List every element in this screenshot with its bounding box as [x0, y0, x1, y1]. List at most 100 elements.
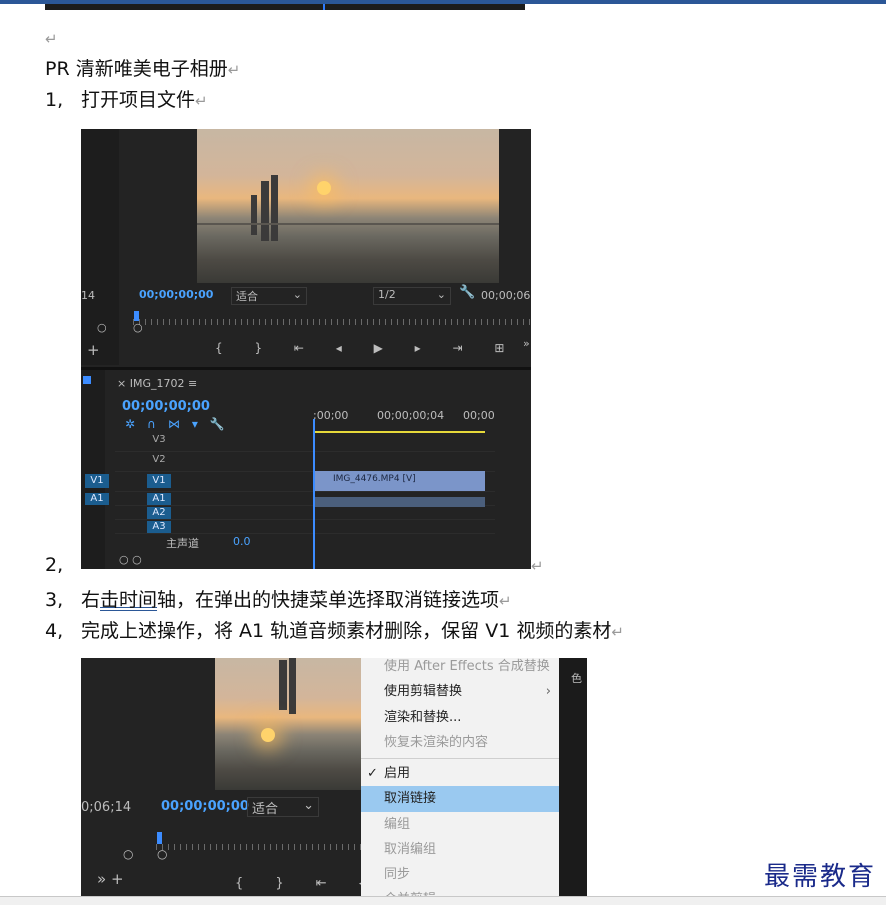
program-monitor-video [215, 658, 361, 790]
checkmark-icon: ✓ [367, 766, 378, 781]
fit-dropdown[interactable]: 适合 ⌄ [247, 797, 319, 817]
ruler-label-1: 00;00;00;04 [377, 409, 445, 422]
fit-dropdown-value: 适合 [252, 802, 279, 817]
timeline-scrollbar[interactable]: ○ ○ [119, 553, 142, 566]
context-menu[interactable]: 使用 After Effects 合成替换 使用剪辑替换 › 渲染和替换... 恢… [361, 658, 559, 898]
doc-title: PR 清新唯美电子相册 [45, 58, 228, 80]
track-label[interactable]: A2 [147, 507, 171, 519]
ruler-label-2: 00;00 [463, 409, 495, 422]
step-1-label: 打开项目文件 [81, 89, 196, 111]
source-patch-v1[interactable]: V1 [85, 474, 109, 488]
program-monitor-video [197, 129, 499, 283]
step-1-text[interactable]: 打开项目文件↵ [81, 88, 208, 113]
ruler-label-0: ;00;00 [313, 409, 349, 422]
audio-clip[interactable] [313, 497, 485, 507]
sun-image [317, 181, 331, 195]
menu-item-enable[interactable]: ✓ 启用 [361, 761, 559, 787]
fit-dropdown[interactable]: 适合 ⌄ [231, 287, 307, 305]
track-label[interactable]: A3 [147, 521, 171, 533]
tools-panel [81, 370, 105, 569]
timeline-playhead[interactable] [313, 419, 315, 569]
source-patch-a1[interactable]: A1 [85, 493, 109, 505]
paragraph-mark: ↵ [45, 30, 58, 48]
track-label[interactable]: V2 [147, 453, 171, 467]
previous-image-edge [45, 4, 525, 10]
track-row-a2[interactable]: A2 [115, 507, 495, 520]
sun-image [261, 728, 275, 742]
menu-item-ungroup[interactable]: 取消编组 [361, 837, 559, 863]
premiere-screenshot-2: 0;06;14 00;00;00;00 适合 ⌄ ○ ○ » + { } ⇤ ◂ … [81, 658, 587, 898]
menu-item-render-replace[interactable]: 渲染和替换... [361, 705, 559, 731]
program-ruler[interactable] [133, 319, 531, 325]
step-3-text[interactable]: 右击时间轴，在弹出的快捷菜单选择取消链接选项↵ [81, 588, 512, 613]
zoom-handle[interactable]: ○ [97, 321, 107, 334]
source-timecode: 0;06;14 [81, 800, 132, 815]
transport-controls[interactable]: { } ⇤ ◂ ▶ ▸ ⇥ ⊞ ⊟ [215, 341, 531, 355]
source-timecode: 14 [81, 289, 95, 302]
menu-separator [361, 758, 559, 759]
empty-paragraph: ↵ [45, 26, 58, 51]
menu-item-unlink[interactable]: 取消链接 [361, 786, 559, 812]
right-panel: 色 [559, 658, 587, 898]
menu-item-sync[interactable]: 同步 [361, 862, 559, 888]
step-4-text[interactable]: 完成上述操作，将 A1 轨道音频素材删除，保留 V1 视频的素材↵ [81, 619, 624, 644]
resolution-value: 1/2 [378, 288, 396, 301]
menu-item-label: 使用剪辑替换 [384, 684, 463, 699]
step-3-text-after: 轴，在弹出的快捷菜单选择取消链接选项 [157, 589, 500, 611]
paragraph-mark: ↵ [611, 623, 624, 641]
selection-tool-icon[interactable] [83, 376, 91, 384]
watermark-logo: 最需教育 [764, 862, 877, 892]
step-2-text[interactable]: ↵ [531, 553, 544, 578]
step-4-number: 4, [45, 620, 64, 642]
track-label[interactable]: A1 [147, 493, 171, 505]
fit-dropdown-value: 适合 [236, 290, 258, 303]
add-button-icon[interactable]: + [87, 341, 100, 359]
zoom-handle[interactable]: ○ [133, 321, 143, 334]
chevron-down-icon: ⌄ [436, 288, 446, 301]
menu-item-group[interactable]: 编组 [361, 812, 559, 838]
duration-timecode: 00;00;06 [481, 289, 531, 302]
chevron-down-icon: ⌄ [292, 288, 302, 301]
zoom-handle[interactable]: ○ [123, 847, 133, 861]
program-timecode[interactable]: 00;00;00;00 [161, 799, 249, 814]
step-4-label: 完成上述操作，将 A1 轨道音频素材删除，保留 V1 视频的素材 [81, 620, 612, 642]
sequence-timecode[interactable]: 00;00;00;00 [122, 399, 210, 414]
sequence-tab[interactable]: × IMG_1702 ≡ [117, 377, 197, 390]
paragraph-mark: ↵ [195, 92, 208, 110]
program-ruler[interactable] [156, 844, 361, 850]
clip-name: IMG_4476.MP4 [V] [333, 474, 416, 484]
track-label[interactable]: V1 [147, 474, 171, 488]
track-row-v2[interactable]: V2 [115, 451, 495, 472]
master-volume[interactable]: 0.0 [233, 535, 251, 548]
playhead-marker[interactable] [134, 311, 139, 321]
premiere-screenshot-1: 14 00;00;00;00 适合 ⌄ 1/2 ⌄ 🔧 00;00;06 ○ ○ +… [81, 129, 531, 569]
paragraph-mark: ↵ [227, 61, 241, 79]
doc-title-line[interactable]: PR 清新唯美电子相册↵ [45, 57, 240, 82]
add-button-icon[interactable]: » + [97, 870, 124, 888]
step-2-number: 2, [45, 554, 64, 576]
program-timecode[interactable]: 00;00;00;00 [139, 288, 213, 301]
track-row-a3[interactable]: A3 [115, 521, 495, 534]
zoom-handle[interactable]: ○ [157, 847, 167, 861]
chevron-right-icon: › [545, 684, 551, 699]
menu-item-label: 启用 [384, 766, 411, 781]
panel-more-icon[interactable]: » [523, 337, 530, 350]
timeline-toolbar-icons[interactable]: ✲∩⋈▾🔧 [125, 417, 237, 431]
menu-item-replace-clip[interactable]: 使用剪辑替换 › [361, 679, 559, 705]
playhead-marker[interactable] [157, 832, 162, 844]
step-3-text-underlined: 击时间 [100, 589, 158, 611]
menu-item-replace-ae[interactable]: 使用 After Effects 合成替换 [361, 658, 559, 680]
resolution-dropdown[interactable]: 1/2 ⌄ [373, 287, 451, 305]
menu-item-restore-unrendered[interactable]: 恢复未渲染的内容 [361, 730, 559, 756]
wrench-icon[interactable]: 🔧 [459, 285, 475, 300]
master-track-label: 主声道 [166, 537, 199, 550]
right-panel-label: 色 [571, 672, 582, 685]
paragraph-mark: ↵ [499, 592, 512, 610]
chevron-down-icon: ⌄ [303, 798, 314, 813]
track-label[interactable]: V3 [147, 433, 171, 447]
step-1-number: 1, [45, 89, 64, 111]
paragraph-mark: ↵ [531, 557, 544, 575]
track-row-v3[interactable]: V3 [115, 431, 495, 452]
step-3-number: 3, [45, 589, 64, 611]
video-clip[interactable]: IMG_4476.MP4 [V] [313, 471, 485, 491]
